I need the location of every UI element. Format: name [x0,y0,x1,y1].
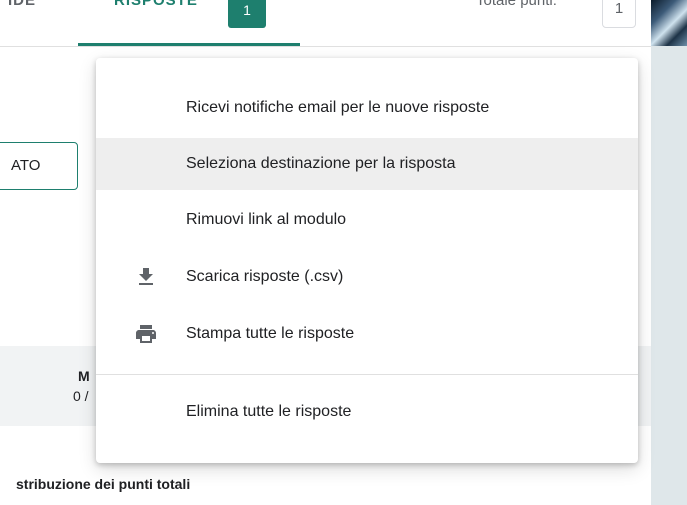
menu-item-label: Stampa tutte le risposte [186,325,355,342]
stat-value: 0 / [73,388,89,404]
menu-item-label: Scarica risposte (.csv) [186,268,344,285]
menu-item-print-all[interactable]: Stampa tutte le risposte [96,308,638,360]
total-points-label: Totale punti: [476,0,557,9]
print-icon [134,322,158,346]
menu-item-label: Seleziona destinazione per la risposta [186,155,456,172]
tab-domande[interactable]: IDE [8,0,36,9]
accept-responses-button-label: ATO [11,157,41,174]
tab-risposte-label: RISPOSTE [114,0,198,9]
menu-item-download-csv[interactable]: Scarica risposte (.csv) [96,251,638,303]
points-distribution-title: stribuzione dei punti totali [16,476,191,492]
responses-more-menu: Ricevi notifiche email per le nuove risp… [96,58,638,463]
menu-item-unlink-form[interactable]: Rimuovi link al modulo [96,194,638,246]
stat-label: M [78,368,90,384]
profile-image[interactable] [651,0,687,46]
menu-item-delete-all[interactable]: Elimina tutte le risposte [96,386,638,438]
menu-divider [96,374,638,375]
active-tab-indicator [78,43,300,46]
menu-item-label: Ricevi notifiche email per le nuove risp… [186,99,490,116]
menu-item-email-notifications[interactable]: Ricevi notifiche email per le nuove risp… [96,82,638,134]
menu-item-select-destination[interactable]: Seleziona destinazione per la risposta [96,138,638,190]
menu-item-label: Elimina tutte le risposte [186,403,352,420]
tab-risposte[interactable]: RISPOSTE 1 [78,0,300,46]
accept-responses-button[interactable]: ATO [0,142,78,190]
tab-bar: IDE RISPOSTE 1 Totale punti: 1 [0,0,651,47]
total-points-input[interactable]: 1 [602,0,636,28]
responses-count-badge: 1 [228,0,266,28]
download-icon [134,265,158,289]
side-panel [651,0,687,505]
menu-item-label: Rimuovi link al modulo [186,211,347,228]
